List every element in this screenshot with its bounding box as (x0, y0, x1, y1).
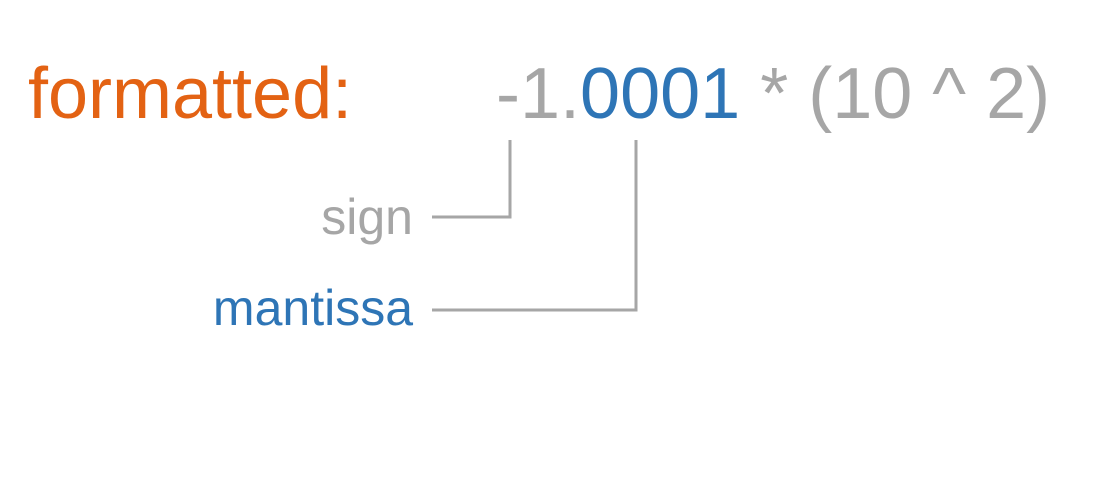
mantissa-connector-line (432, 140, 638, 312)
sign-connector-line (432, 140, 512, 219)
connector-lines (432, 140, 638, 312)
